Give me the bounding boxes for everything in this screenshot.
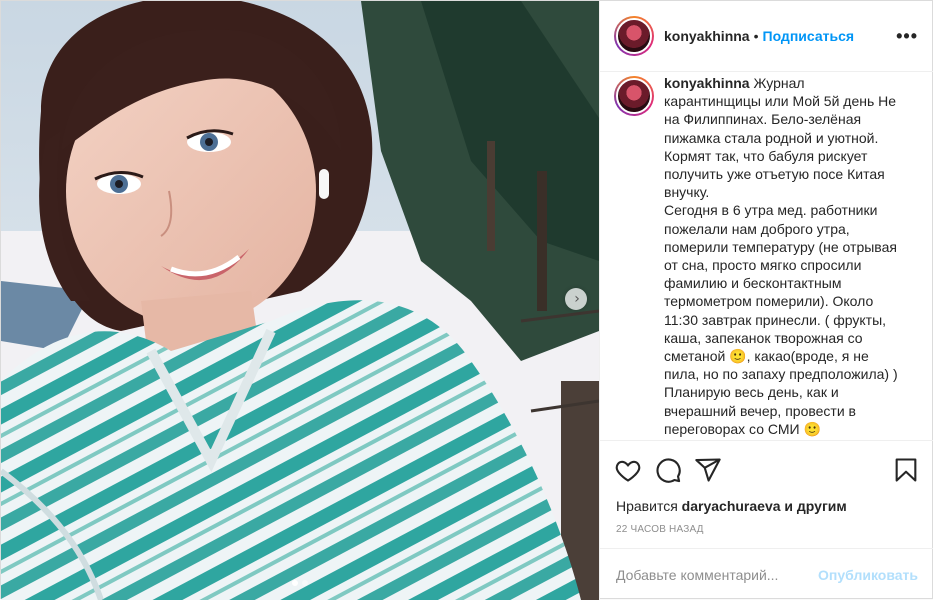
bookmark-icon[interactable] [892,456,920,484]
separator-dot: • [753,28,759,44]
instagram-post: › konyakhinna • Подписаться ••• konyakhi… [0,0,933,600]
caption-section: konyakhinna Журнал карантинщицы или Мой … [600,72,933,440]
next-photo-button[interactable]: › [565,288,587,310]
likes-others-link[interactable]: и другим [784,498,846,514]
post-sidebar: konyakhinna • Подписаться ••• konyakhinn… [599,1,933,600]
carousel-dot-1 [292,580,298,586]
action-bar [600,440,933,498]
chevron-right-icon: › [574,291,580,307]
likes-prefix: Нравится [616,498,678,514]
more-icon[interactable]: ••• [896,26,918,47]
photo-illustration [1,1,599,600]
comment-icon[interactable] [654,456,682,484]
comment-form: Опубликовать [600,548,933,600]
avatar[interactable] [614,16,654,56]
carousel-indicator [1,580,599,586]
caption: konyakhinna Журнал карантинщицы или Мой … [664,74,904,440]
publish-button[interactable]: Опубликовать [818,567,918,583]
carousel-dot-2 [302,580,308,586]
username-link[interactable]: konyakhinna [664,28,750,44]
caption-text: Журнал карантинщицы или Мой 5й день Не н… [664,75,898,437]
likes-user-link[interactable]: daryachuraeva [682,498,781,514]
caption-username[interactable]: konyakhinna [664,75,750,91]
comment-input[interactable] [616,566,819,583]
heart-icon[interactable] [614,456,642,484]
caption-avatar[interactable] [614,76,654,116]
likes-summary: Нравится daryachuraeva и другим [600,498,933,518]
post-header: konyakhinna • Подписаться ••• [600,1,933,72]
post-photo[interactable]: › [1,1,599,600]
follow-button[interactable]: Подписаться [763,28,855,44]
share-icon[interactable] [694,456,722,484]
post-timestamp[interactable]: 22 ЧАСОВ НАЗАД [600,518,933,548]
